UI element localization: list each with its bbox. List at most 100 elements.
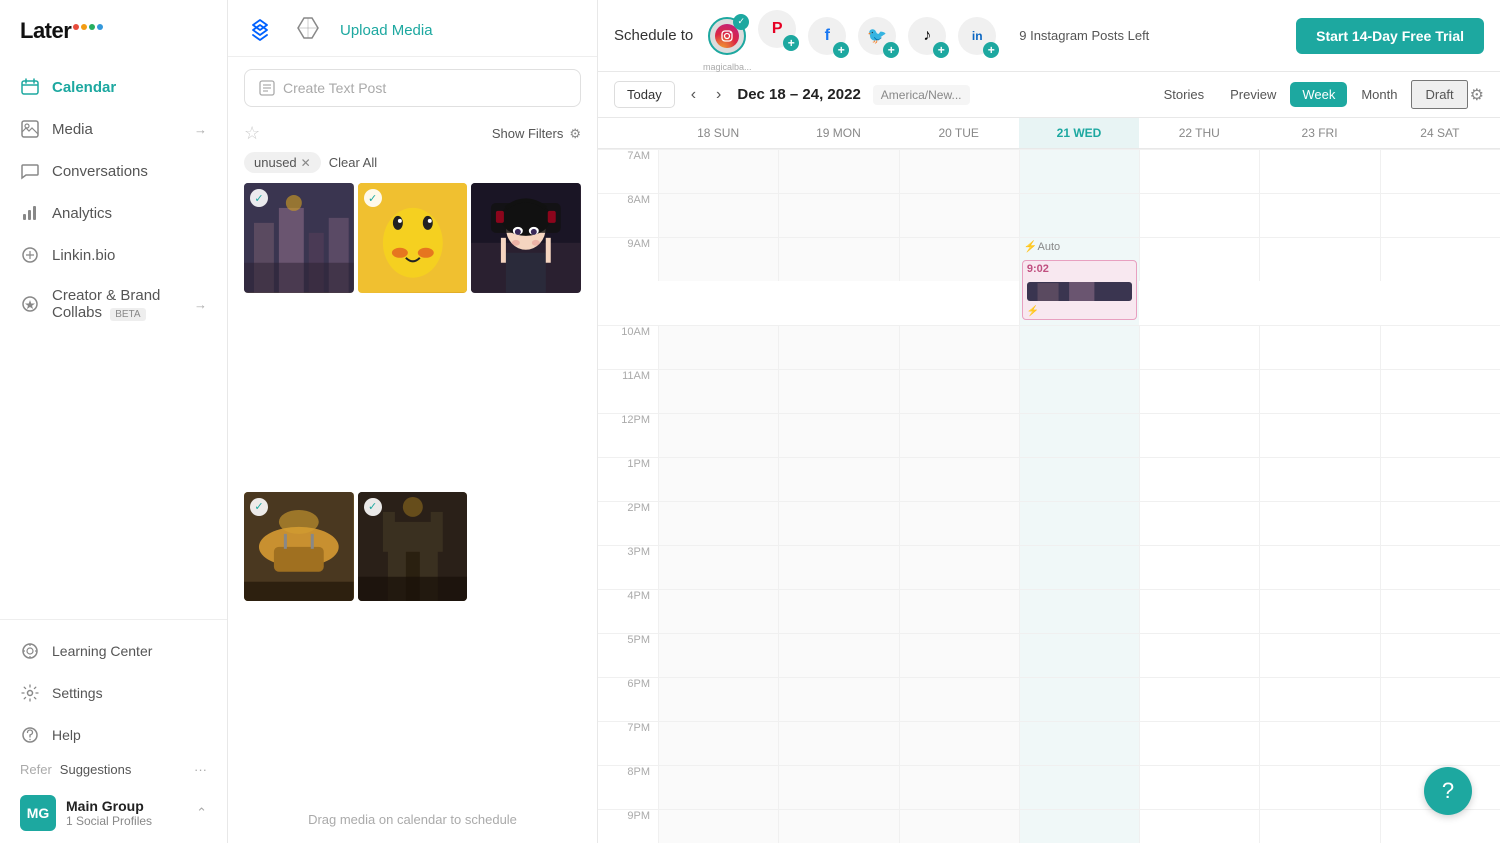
cell-fri-7pm[interactable] (1259, 721, 1379, 765)
cell-wed-12pm[interactable] (1019, 413, 1139, 457)
suggestions-label[interactable]: Suggestions (60, 762, 132, 777)
cell-fri-4pm[interactable] (1259, 589, 1379, 633)
cell-fri-12pm[interactable] (1259, 413, 1379, 457)
cell-sat-11am[interactable] (1380, 369, 1500, 413)
media-thumb-3[interactable] (471, 183, 581, 293)
today-button[interactable]: Today (614, 81, 675, 108)
cell-thu-9pm[interactable] (1139, 809, 1259, 843)
tag-close-icon[interactable]: ✕ (301, 156, 311, 170)
cell-thu-10am[interactable] (1139, 325, 1259, 369)
unused-tag[interactable]: unused ✕ (244, 152, 321, 173)
cell-thu-6pm[interactable] (1139, 677, 1259, 721)
cell-sat-10am[interactable] (1380, 325, 1500, 369)
media-thumb-4[interactable]: ✓ (244, 492, 354, 602)
cell-tue-7am[interactable] (899, 149, 1019, 193)
cell-fri-10am[interactable] (1259, 325, 1379, 369)
account-tiktok[interactable]: ♪ + (905, 14, 949, 58)
cell-fri-1pm[interactable] (1259, 457, 1379, 501)
cell-sat-9pm[interactable] (1380, 809, 1500, 843)
account-twitter[interactable]: 🐦 + (855, 14, 899, 58)
cell-sun-9am[interactable] (658, 237, 778, 281)
cell-mon-9am[interactable] (778, 237, 898, 281)
cell-fri-8am[interactable] (1259, 193, 1379, 237)
cell-mon-5pm[interactable] (778, 633, 898, 677)
cell-fri-7am[interactable] (1259, 149, 1379, 193)
cell-mon-6pm[interactable] (778, 677, 898, 721)
cell-fri-2pm[interactable] (1259, 501, 1379, 545)
cell-fri-9am[interactable] (1259, 237, 1379, 281)
cell-thu-8pm[interactable] (1139, 765, 1259, 809)
cell-fri-11am[interactable] (1259, 369, 1379, 413)
cell-sat-1pm[interactable] (1380, 457, 1500, 501)
cell-mon-2pm[interactable] (778, 501, 898, 545)
star-icon[interactable]: ☆ (244, 123, 260, 144)
cell-thu-1pm[interactable] (1139, 457, 1259, 501)
cell-mon-4pm[interactable] (778, 589, 898, 633)
cell-mon-8am[interactable] (778, 193, 898, 237)
cell-sun-7am[interactable] (658, 149, 778, 193)
cell-tue-8am[interactable] (899, 193, 1019, 237)
sidebar-item-calendar[interactable]: Calendar (0, 66, 227, 108)
cell-tue-4pm[interactable] (899, 589, 1019, 633)
account-instagram[interactable]: ✓ magicalba... (705, 14, 749, 58)
cell-sat-4pm[interactable] (1380, 589, 1500, 633)
calendar-event-9am[interactable]: 9:02 ⚡ (1022, 260, 1137, 320)
cell-thu-4pm[interactable] (1139, 589, 1259, 633)
cell-tue-3pm[interactable] (899, 545, 1019, 589)
cell-fri-8pm[interactable] (1259, 765, 1379, 809)
cell-wed-5pm[interactable] (1019, 633, 1139, 677)
sidebar-item-conversations[interactable]: Conversations (0, 150, 227, 192)
dropbox-icon[interactable] (244, 14, 276, 46)
cell-tue-9pm[interactable] (899, 809, 1019, 843)
cell-mon-7pm[interactable] (778, 721, 898, 765)
sidebar-item-settings[interactable]: Settings (0, 672, 227, 714)
sidebar-item-linkin[interactable]: Linkin.bio (0, 234, 227, 276)
cell-sat-7pm[interactable] (1380, 721, 1500, 765)
cell-tue-2pm[interactable] (899, 501, 1019, 545)
cell-thu-3pm[interactable] (1139, 545, 1259, 589)
google-drive-icon[interactable] (292, 14, 324, 46)
cell-thu-7am[interactable] (1139, 149, 1259, 193)
tab-stories[interactable]: Stories (1152, 82, 1216, 107)
media-thumb-2[interactable]: ✓ (358, 183, 468, 293)
help-fab-button[interactable]: ? (1424, 767, 1472, 815)
sidebar-item-learning[interactable]: Learning Center (0, 630, 227, 672)
cell-sat-2pm[interactable] (1380, 501, 1500, 545)
text-post-input[interactable]: Create Text Post (244, 69, 581, 107)
cell-sat-12pm[interactable] (1380, 413, 1500, 457)
account-pinterest[interactable]: P + (755, 7, 799, 51)
cell-wed-1pm[interactable] (1019, 457, 1139, 501)
account-linkedin[interactable]: in + (955, 14, 999, 58)
cell-sun-1pm[interactable] (658, 457, 778, 501)
cell-wed-9am[interactable]: ⚡Auto 9:02 ⚡ (1019, 237, 1139, 325)
cell-mon-8pm[interactable] (778, 765, 898, 809)
cell-sat-5pm[interactable] (1380, 633, 1500, 677)
sidebar-item-analytics[interactable]: Analytics (0, 192, 227, 234)
cell-thu-9am[interactable] (1139, 237, 1259, 281)
cell-sat-8am[interactable] (1380, 193, 1500, 237)
cell-sun-4pm[interactable] (658, 589, 778, 633)
cell-sat-9am[interactable] (1380, 237, 1500, 281)
cell-wed-7pm[interactable] (1019, 721, 1139, 765)
clear-all-button[interactable]: Clear All (329, 155, 377, 170)
cell-sun-6pm[interactable] (658, 677, 778, 721)
next-week-button[interactable]: › (712, 82, 725, 108)
cell-wed-6pm[interactable] (1019, 677, 1139, 721)
cell-fri-9pm[interactable] (1259, 809, 1379, 843)
more-options-icon[interactable]: ··· (194, 762, 207, 777)
cell-mon-9pm[interactable] (778, 809, 898, 843)
show-filters-button[interactable]: Show Filters ⚙ (492, 126, 581, 142)
media-thumb-1[interactable]: ✓ (244, 183, 354, 293)
cell-thu-7pm[interactable] (1139, 721, 1259, 765)
cell-fri-6pm[interactable] (1259, 677, 1379, 721)
cell-sun-12pm[interactable] (658, 413, 778, 457)
cell-mon-3pm[interactable] (778, 545, 898, 589)
cell-thu-11am[interactable] (1139, 369, 1259, 413)
cell-wed-11am[interactable] (1019, 369, 1139, 413)
cell-sat-7am[interactable] (1380, 149, 1500, 193)
cell-sun-7pm[interactable] (658, 721, 778, 765)
tab-month[interactable]: Month (1349, 82, 1409, 107)
timezone-label[interactable]: America/New... (873, 85, 970, 105)
sidebar-item-creator[interactable]: Creator & Brand Collabs BETA → (0, 276, 227, 332)
tab-preview[interactable]: Preview (1218, 82, 1288, 107)
